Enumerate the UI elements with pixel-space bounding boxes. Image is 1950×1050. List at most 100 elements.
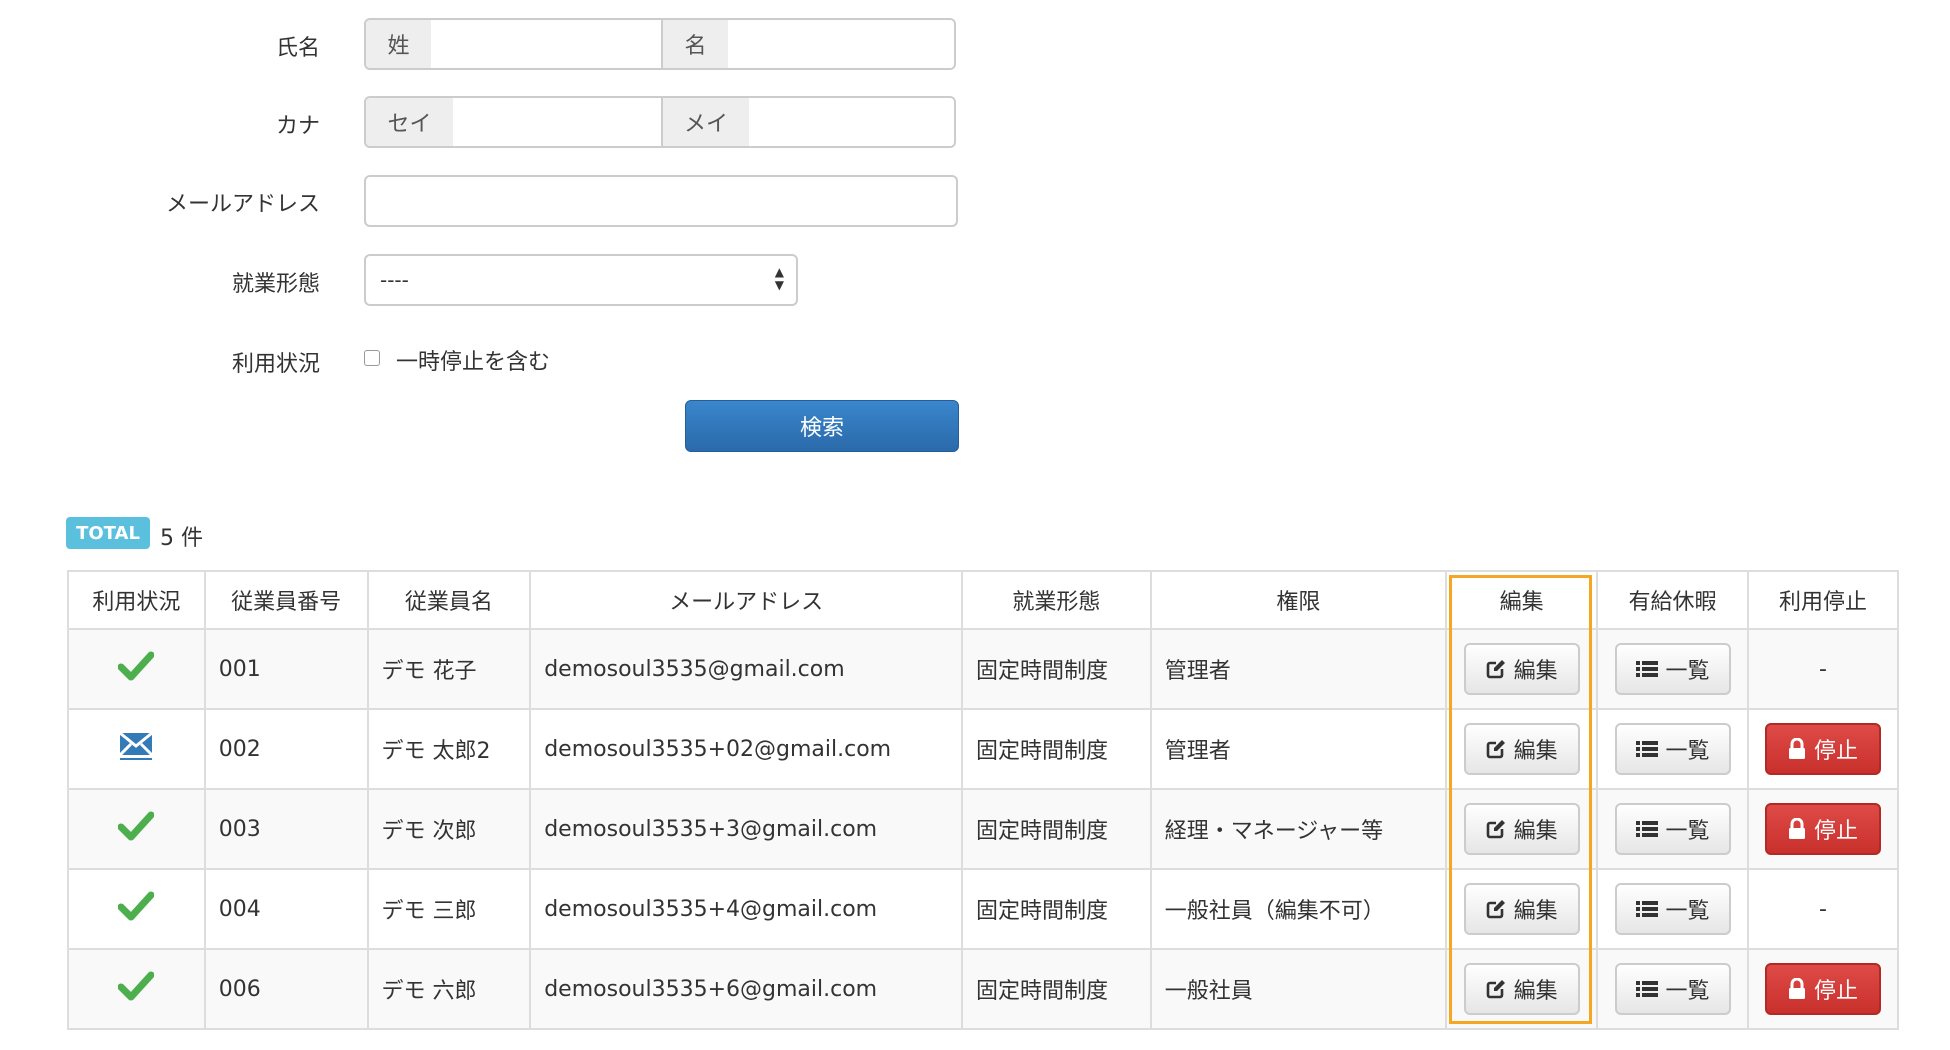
table-row: 006 デモ 六郎 demosoul3535+6@gmail.com 固定時間制… — [67, 948, 1900, 1030]
check-icon — [118, 810, 155, 842]
include-suspended-label[interactable]: 一時停止を含む — [396, 344, 550, 376]
suspend-cell: - — [1746, 628, 1900, 710]
role-cell: 一般社員 — [1149, 948, 1448, 1030]
col-header-paid-leave: 有給休暇 — [1596, 570, 1749, 630]
employment-select[interactable]: ---- ▲ ▼ — [364, 254, 798, 306]
status-label: 利用状況 — [231, 352, 320, 377]
paid-leave-cell: 一覧 — [1596, 788, 1749, 870]
employee-table: 利用状況 従業員番号 従業員名 メールアドレス 就業形態 権限 編集 有給休暇 … — [67, 570, 1900, 1030]
edit-button[interactable]: 編集 — [1463, 723, 1580, 775]
check-icon — [118, 650, 155, 682]
leave-list-label: 一覧 — [1665, 739, 1710, 764]
total-count: 5 件 — [160, 526, 203, 551]
leave-list-button[interactable]: 一覧 — [1614, 963, 1731, 1015]
check-icon — [118, 890, 155, 922]
table-row: 003 デモ 次郎 demosoul3535+3@gmail.com 固定時間制… — [67, 788, 1900, 870]
status-cell — [67, 788, 206, 870]
leave-list-button[interactable]: 一覧 — [1614, 723, 1731, 775]
status-cell — [67, 628, 206, 710]
leave-list-button[interactable]: 一覧 — [1614, 803, 1731, 855]
employee-name-cell: デモ 太郎2 — [366, 708, 532, 790]
edit-label: 編集 — [1513, 739, 1558, 764]
employee-id-cell: 001 — [203, 628, 369, 710]
employment-cell: 固定時間制度 — [961, 628, 1152, 710]
status-row: 利用状況 — [0, 342, 320, 398]
last-name-addon: 姓 — [366, 20, 433, 68]
suspend-none: - — [1819, 896, 1827, 922]
table-row: 004 デモ 三郎 demosoul3535+4@gmail.com 固定時間制… — [67, 868, 1900, 950]
kana-row: カナ — [0, 102, 320, 158]
name-row: 氏名 — [0, 24, 320, 80]
email-cell: demosoul3535+6@gmail.com — [529, 948, 964, 1030]
edit-cell: 編集 — [1445, 948, 1599, 1030]
edit-cell: 編集 — [1445, 788, 1599, 870]
kana-input-group: セイ メイ — [364, 96, 956, 148]
employment-label: 就業形態 — [231, 272, 320, 297]
table-row: 002 デモ 太郎2 demosoul3535+02@gmail.com 固定時… — [67, 708, 1900, 790]
kana-last-input[interactable] — [453, 98, 661, 146]
suspend-cell: 停止 — [1746, 708, 1900, 790]
employee-id-cell: 003 — [203, 788, 369, 870]
leave-list-label: 一覧 — [1665, 899, 1710, 924]
edit-button[interactable]: 編集 — [1463, 963, 1580, 1015]
suspend-button[interactable]: 停止 — [1764, 723, 1881, 775]
email-field[interactable] — [364, 175, 958, 227]
edit-button[interactable]: 編集 — [1463, 883, 1580, 935]
check-icon — [118, 970, 155, 1002]
email-row: メールアドレス — [0, 182, 320, 238]
leave-list-label: 一覧 — [1665, 819, 1710, 844]
employment-selected-value: ---- — [380, 268, 409, 292]
edit-icon — [1486, 659, 1506, 679]
email-label: メールアドレス — [165, 192, 320, 217]
suspend-cell: - — [1746, 868, 1900, 950]
email-cell: demosoul3535+02@gmail.com — [529, 708, 964, 790]
edit-button[interactable]: 編集 — [1463, 643, 1580, 695]
employee-id-cell: 004 — [203, 868, 369, 950]
suspend-button[interactable]: 停止 — [1764, 803, 1881, 855]
edit-button[interactable]: 編集 — [1463, 803, 1580, 855]
col-header-employment: 就業形態 — [961, 570, 1152, 630]
email-cell: demosoul3535@gmail.com — [529, 628, 964, 710]
suspend-button[interactable]: 停止 — [1764, 963, 1881, 1015]
role-cell: 経理・マネージャー等 — [1149, 788, 1448, 870]
status-cell — [67, 948, 206, 1030]
suspend-none: - — [1819, 656, 1827, 682]
kana-last-addon: セイ — [366, 98, 455, 146]
name-label: 氏名 — [275, 36, 320, 61]
list-icon — [1635, 899, 1658, 919]
edit-label: 編集 — [1513, 819, 1558, 844]
leave-list-label: 一覧 — [1665, 979, 1710, 1004]
employee-name-cell: デモ 次郎 — [366, 788, 532, 870]
list-icon — [1635, 979, 1658, 999]
col-header-edit: 編集 — [1445, 570, 1599, 630]
leave-list-button[interactable]: 一覧 — [1614, 883, 1731, 935]
edit-icon — [1486, 899, 1506, 919]
edit-icon — [1486, 979, 1506, 999]
col-header-role: 権限 — [1149, 570, 1448, 630]
edit-label: 編集 — [1513, 659, 1558, 684]
suspend-cell: 停止 — [1746, 788, 1900, 870]
paid-leave-cell: 一覧 — [1596, 868, 1749, 950]
first-name-input[interactable] — [728, 20, 954, 68]
leave-list-button[interactable]: 一覧 — [1614, 643, 1731, 695]
last-name-input[interactable] — [431, 20, 661, 68]
paid-leave-cell: 一覧 — [1596, 628, 1749, 710]
employee-name-cell: デモ 三郎 — [366, 868, 532, 950]
employment-cell: 固定時間制度 — [961, 788, 1152, 870]
kana-first-addon: メイ — [661, 98, 751, 146]
lock-icon — [1788, 738, 1806, 760]
col-header-employee-id: 従業員番号 — [203, 570, 369, 630]
table-row: 001 デモ 花子 demosoul3535@gmail.com 固定時間制度 … — [67, 628, 1900, 710]
col-header-employee-name: 従業員名 — [366, 570, 532, 630]
email-cell: demosoul3535+4@gmail.com — [529, 868, 964, 950]
kana-first-input[interactable] — [749, 98, 954, 146]
select-arrows-icon: ▲ ▼ — [774, 265, 784, 292]
first-name-addon: 名 — [661, 20, 730, 68]
col-header-email: メールアドレス — [529, 570, 964, 630]
search-button[interactable]: 検索 — [685, 400, 959, 452]
edit-cell: 編集 — [1445, 708, 1599, 790]
include-suspended-checkbox[interactable] — [364, 350, 380, 366]
mail-icon — [118, 730, 154, 762]
paid-leave-cell: 一覧 — [1596, 948, 1749, 1030]
employment-cell: 固定時間制度 — [961, 708, 1152, 790]
